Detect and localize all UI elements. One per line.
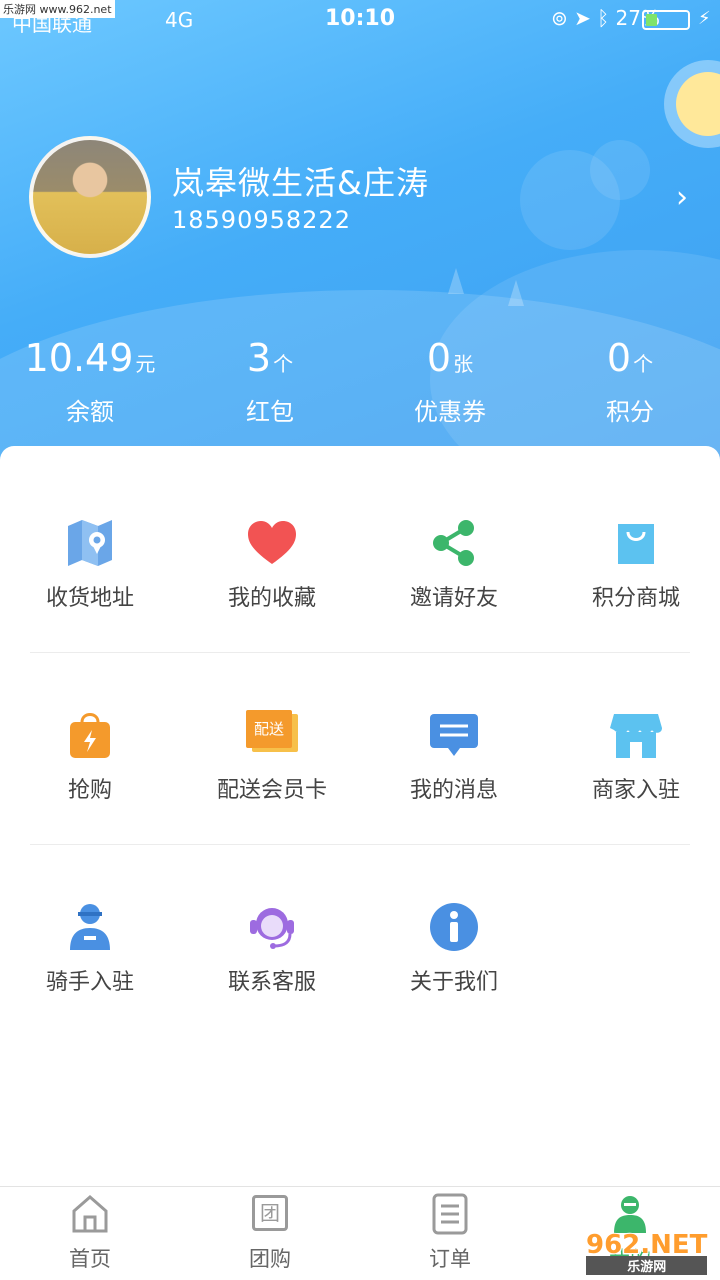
menu-label: 商家入驻 [591,778,680,803]
user-name[interactable]: 岚皋微生活&庄涛 [172,158,429,204]
store-icon [606,710,666,760]
stat-value: 0 [426,336,452,380]
charging-icon: ⚡ [698,8,711,29]
tab-group-buy[interactable]: 团 团购 [180,1193,360,1273]
tab-orders[interactable]: 订单 [360,1193,540,1273]
stat-value: 0 [606,336,632,380]
menu-rider-join[interactable]: 骑手入驻 [0,902,180,996]
status-bar: 中国联通 4G 10:10 ⊚ ➤ ᛒ 27% ⚡ 乐游网 www.962.ne… [0,0,720,40]
tab-label: 团购 [249,1247,291,1271]
bluetooth-icon: ᛒ [597,6,610,30]
share-icon [424,518,484,568]
menu-label: 收货地址 [45,586,134,611]
stat-coupon[interactable]: 0张 优惠券 [360,336,540,427]
menu-shipping-address[interactable]: 收货地址 [0,518,180,612]
stat-label: 红包 [246,398,294,426]
home-icon [70,1193,110,1235]
menu-flash-sale[interactable]: 抢购 [0,710,180,804]
delivery-card-icon: 配送 [242,710,302,760]
tab-label: 首页 [69,1247,111,1271]
group-buy-glyph: 团 [252,1195,288,1231]
menu-favorites[interactable]: 我的收藏 [182,518,362,612]
menu-messages[interactable]: 我的消息 [364,710,544,804]
customer-service-icon [242,902,302,952]
menu-label: 积分商城 [591,586,680,611]
menu-points-mall[interactable]: 积分商城 [546,518,720,612]
order-list-icon [430,1193,470,1235]
menu-card: 收货地址 我的收藏 邀请好友 积分商城 抢购 配送 配送会员卡 我的消息 商家入… [0,446,720,1184]
decor-tree [448,268,464,294]
menu-invite-friends[interactable]: 邀请好友 [364,518,544,612]
menu-label: 骑手入驻 [45,970,134,995]
stat-label: 余额 [66,398,114,426]
message-icon [424,710,484,760]
profile-header: 中国联通 4G 10:10 ⊚ ➤ ᛒ 27% ⚡ 乐游网 www.962.ne… [0,0,720,470]
watermark-logo: 962.NET 乐游网 [586,1230,708,1275]
avatar[interactable] [29,136,151,258]
menu-label: 抢购 [67,778,112,803]
user-phone: 18590958222 [172,206,351,234]
stat-unit: 张 [453,352,474,376]
divider [30,652,690,653]
tab-label: 订单 [429,1247,471,1271]
card-text: 配送 [246,710,292,748]
menu-label: 联系客服 [227,970,316,995]
stat-label: 优惠券 [414,398,486,426]
map-pin-icon [60,518,120,568]
heart-icon [242,518,302,568]
menu-label: 邀请好友 [409,586,498,611]
stat-unit: 个 [273,352,294,376]
menu-label: 我的收藏 [227,586,316,611]
menu-label: 配送会员卡 [216,778,327,803]
stat-value: 10.49 [24,336,134,380]
sun-decoration [676,72,720,136]
stat-label: 积分 [606,398,654,426]
location-arrow-icon: ➤ [574,6,591,30]
menu-label: 我的消息 [409,778,498,803]
chevron-right-icon[interactable]: › [676,180,688,215]
stat-unit: 个 [633,352,654,376]
stat-unit: 元 [135,352,156,376]
decor-tree [508,280,524,306]
menu-merchant-join[interactable]: 商家入驻 [546,710,720,804]
watermark-label: 乐游网 www.962.net [0,0,115,18]
info-icon [424,902,484,952]
stat-value: 3 [246,336,272,380]
menu-about-us[interactable]: 关于我们 [364,902,544,996]
group-buy-icon: 团 [250,1193,290,1235]
flash-sale-bag-icon [60,710,120,760]
tab-home[interactable]: 首页 [0,1193,180,1273]
rider-icon [60,902,120,952]
shopping-bag-icon [606,518,666,568]
rotation-lock-icon: ⊚ [550,6,568,30]
divider [30,844,690,845]
decor-bubble [590,140,650,200]
menu-label: 关于我们 [409,970,498,995]
menu-delivery-card[interactable]: 配送 配送会员卡 [182,710,362,804]
battery-icon [642,10,690,30]
stat-points[interactable]: 0个 积分 [540,336,720,427]
stat-red-packet[interactable]: 3个 红包 [180,336,360,427]
menu-customer-service[interactable]: 联系客服 [182,902,362,996]
stat-balance[interactable]: 10.49 元 余额 [0,336,180,427]
profile-icon [610,1193,650,1235]
